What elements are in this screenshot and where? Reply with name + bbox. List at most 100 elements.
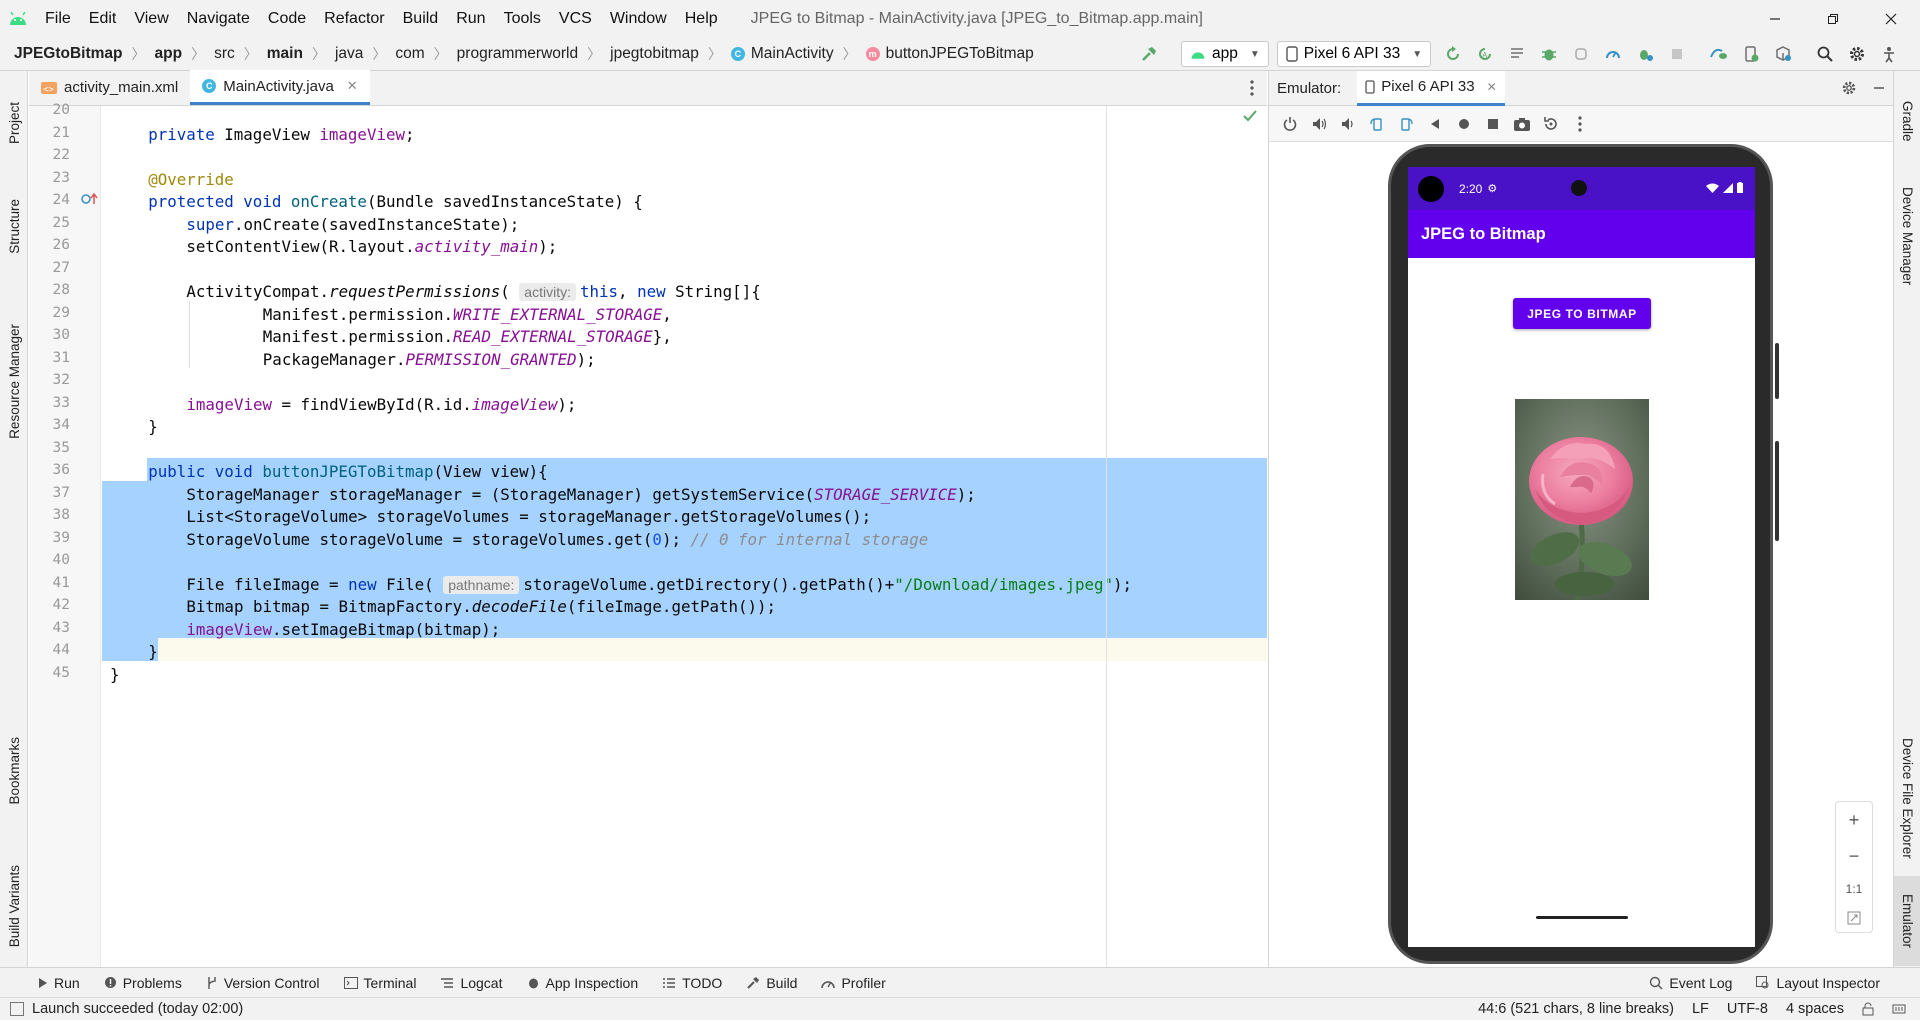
code-line[interactable]: imageView = findViewById(R.id.imageView)…	[186, 391, 576, 419]
snapshot-icon[interactable]	[1536, 109, 1565, 139]
more-options-icon[interactable]	[1237, 70, 1267, 105]
code-line[interactable]: }	[148, 413, 158, 441]
crumb-package-1[interactable]: programmerworld	[457, 45, 578, 63]
restore-button[interactable]	[1804, 0, 1862, 37]
settings-gear-icon[interactable]	[1843, 40, 1871, 68]
tab-gradle[interactable]: Gradle	[1894, 81, 1920, 161]
zoom-actual-size-button[interactable]: 1:1	[1846, 882, 1863, 896]
tool-profiler[interactable]: Profiler	[821, 975, 886, 991]
crumb-method[interactable]: buttonJPEGToBitmap	[886, 45, 1034, 63]
minimize-button[interactable]	[1746, 0, 1804, 37]
crumb-package-2[interactable]: jpegtobitmap	[610, 45, 699, 63]
sdk-manager-icon[interactable]	[1769, 40, 1797, 68]
lock-icon[interactable]	[1862, 1002, 1874, 1016]
close-window-button[interactable]	[1862, 0, 1920, 37]
zoom-in-button[interactable]: +	[1849, 810, 1860, 831]
code-line[interactable]: }	[148, 638, 158, 666]
override-gutter-icon[interactable]	[81, 193, 99, 205]
overview-icon[interactable]	[1478, 109, 1507, 139]
rotate-left-icon[interactable]	[1362, 109, 1391, 139]
crumb-com[interactable]: com	[395, 45, 424, 63]
crumb-project[interactable]: JPEGtoBitmap	[14, 45, 123, 63]
attach-process-icon[interactable]	[1631, 40, 1659, 68]
tab-device-manager[interactable]: Device Manager	[1894, 171, 1920, 301]
menu-build[interactable]: Build	[394, 0, 448, 37]
debug-icon[interactable]	[1535, 40, 1563, 68]
tab-structure[interactable]: Structure	[0, 171, 28, 281]
tab-build-variants[interactable]: Build Variants	[0, 846, 28, 966]
home-icon[interactable]	[1449, 109, 1478, 139]
toggle-tool-windows-icon[interactable]	[10, 1002, 24, 1016]
tool-layout-inspector[interactable]: Layout Inspector	[1756, 975, 1880, 991]
more-options-icon[interactable]	[1565, 109, 1594, 139]
sync-gradle-icon[interactable]	[1705, 40, 1733, 68]
search-icon[interactable]	[1811, 40, 1839, 68]
menu-navigate[interactable]: Navigate	[178, 0, 259, 37]
tab-main-activity-java[interactable]: C MainActivity.java ✕	[190, 70, 370, 105]
rotate-right-icon[interactable]	[1391, 109, 1420, 139]
tab-device-file-explorer[interactable]: Device File Explorer	[1894, 711, 1920, 886]
screenshot-camera-icon[interactable]	[1507, 109, 1536, 139]
stop-icon[interactable]	[1663, 40, 1691, 68]
power-icon[interactable]	[1275, 109, 1304, 139]
file-encoding[interactable]: UTF-8	[1727, 1001, 1768, 1017]
crumb-java[interactable]: java	[335, 45, 363, 63]
tab-resource-manager[interactable]: Resource Manager	[0, 291, 28, 471]
attach-debugger-icon[interactable]	[1567, 40, 1595, 68]
minimize-panel-icon[interactable]	[1864, 82, 1894, 94]
status-message[interactable]: Launch succeeded (today 02:00)	[32, 1001, 243, 1017]
menu-vcs[interactable]: VCS	[550, 0, 601, 37]
volume-up-icon[interactable]	[1304, 109, 1333, 139]
code-line[interactable]: StorageVolume storageVolume = storageVol…	[186, 526, 928, 554]
menu-file[interactable]: File	[36, 0, 80, 37]
back-icon[interactable]	[1420, 109, 1449, 139]
zoom-fit-button[interactable]	[1847, 911, 1861, 925]
tab-project[interactable]: Project	[0, 83, 28, 163]
apply-changes-icon[interactable]: A	[1471, 40, 1499, 68]
crumb-module[interactable]: app	[155, 45, 183, 63]
device-manager-icon[interactable]	[1737, 40, 1765, 68]
caret-position[interactable]: 44:6 (521 chars, 8 line breaks)	[1478, 1001, 1674, 1017]
code-editor[interactable]: private ImageView imageView; @Override pro…	[102, 106, 1267, 967]
accessibility-icon[interactable]	[1875, 40, 1903, 68]
memory-indicator-icon[interactable]	[1892, 1002, 1906, 1016]
line-separator[interactable]: LF	[1692, 1001, 1709, 1017]
device-select[interactable]: Pixel 6 API 33 ▼	[1276, 41, 1432, 67]
tool-version-control[interactable]: Version Control	[206, 975, 320, 991]
close-tab-icon[interactable]: ✕	[1487, 80, 1497, 94]
zoom-out-button[interactable]: −	[1849, 846, 1860, 867]
phone-screen[interactable]: 2:20 ⚙ JPEG to Bitmap JPEG TO BITMAP	[1408, 167, 1755, 947]
menu-code[interactable]: Code	[259, 0, 315, 37]
tool-todo[interactable]: TODO	[662, 975, 722, 991]
apply-code-changes-icon[interactable]	[1503, 40, 1531, 68]
code-line[interactable]: setContentView(R.layout.activity_main);	[186, 233, 557, 261]
tool-event-log[interactable]: Event Log	[1649, 975, 1732, 991]
tool-run[interactable]: Run	[38, 975, 80, 991]
code-line[interactable]: private ImageView imageView;	[148, 121, 414, 149]
code-line[interactable]: }	[110, 661, 120, 689]
close-tab-icon[interactable]: ✕	[347, 78, 358, 94]
crumb-src[interactable]: src	[214, 45, 235, 63]
settings-gear-icon[interactable]	[1834, 80, 1864, 96]
profiler-icon[interactable]	[1599, 40, 1627, 68]
menu-edit[interactable]: Edit	[80, 0, 126, 37]
tool-terminal[interactable]: Terminal	[343, 975, 416, 991]
run-config-select[interactable]: app ▼	[1181, 41, 1269, 67]
volume-down-icon[interactable]	[1333, 109, 1362, 139]
menu-view[interactable]: View	[125, 0, 177, 37]
code-line[interactable]: PackageManager.PERMISSION_GRANTED);	[263, 346, 596, 374]
menu-refactor[interactable]: Refactor	[315, 0, 393, 37]
jpeg-to-bitmap-button[interactable]: JPEG TO BITMAP	[1513, 298, 1651, 329]
menu-run[interactable]: Run	[447, 0, 494, 37]
crumb-main[interactable]: main	[267, 45, 303, 63]
tool-build[interactable]: Build	[746, 975, 797, 991]
make-project-hammer-icon[interactable]	[1135, 40, 1163, 68]
indent-setting[interactable]: 4 spaces	[1786, 1001, 1844, 1017]
tool-problems[interactable]: Problems	[104, 975, 182, 991]
inspections-ok-icon[interactable]	[1243, 110, 1257, 122]
tab-activity-main-xml[interactable]: <> activity_main.xml	[29, 70, 190, 105]
tab-bookmarks[interactable]: Bookmarks	[0, 721, 28, 821]
tab-emulator[interactable]: Emulator	[1894, 876, 1920, 966]
tool-app-inspection[interactable]: App Inspection	[527, 975, 638, 991]
gesture-nav-pill[interactable]	[1536, 916, 1628, 919]
